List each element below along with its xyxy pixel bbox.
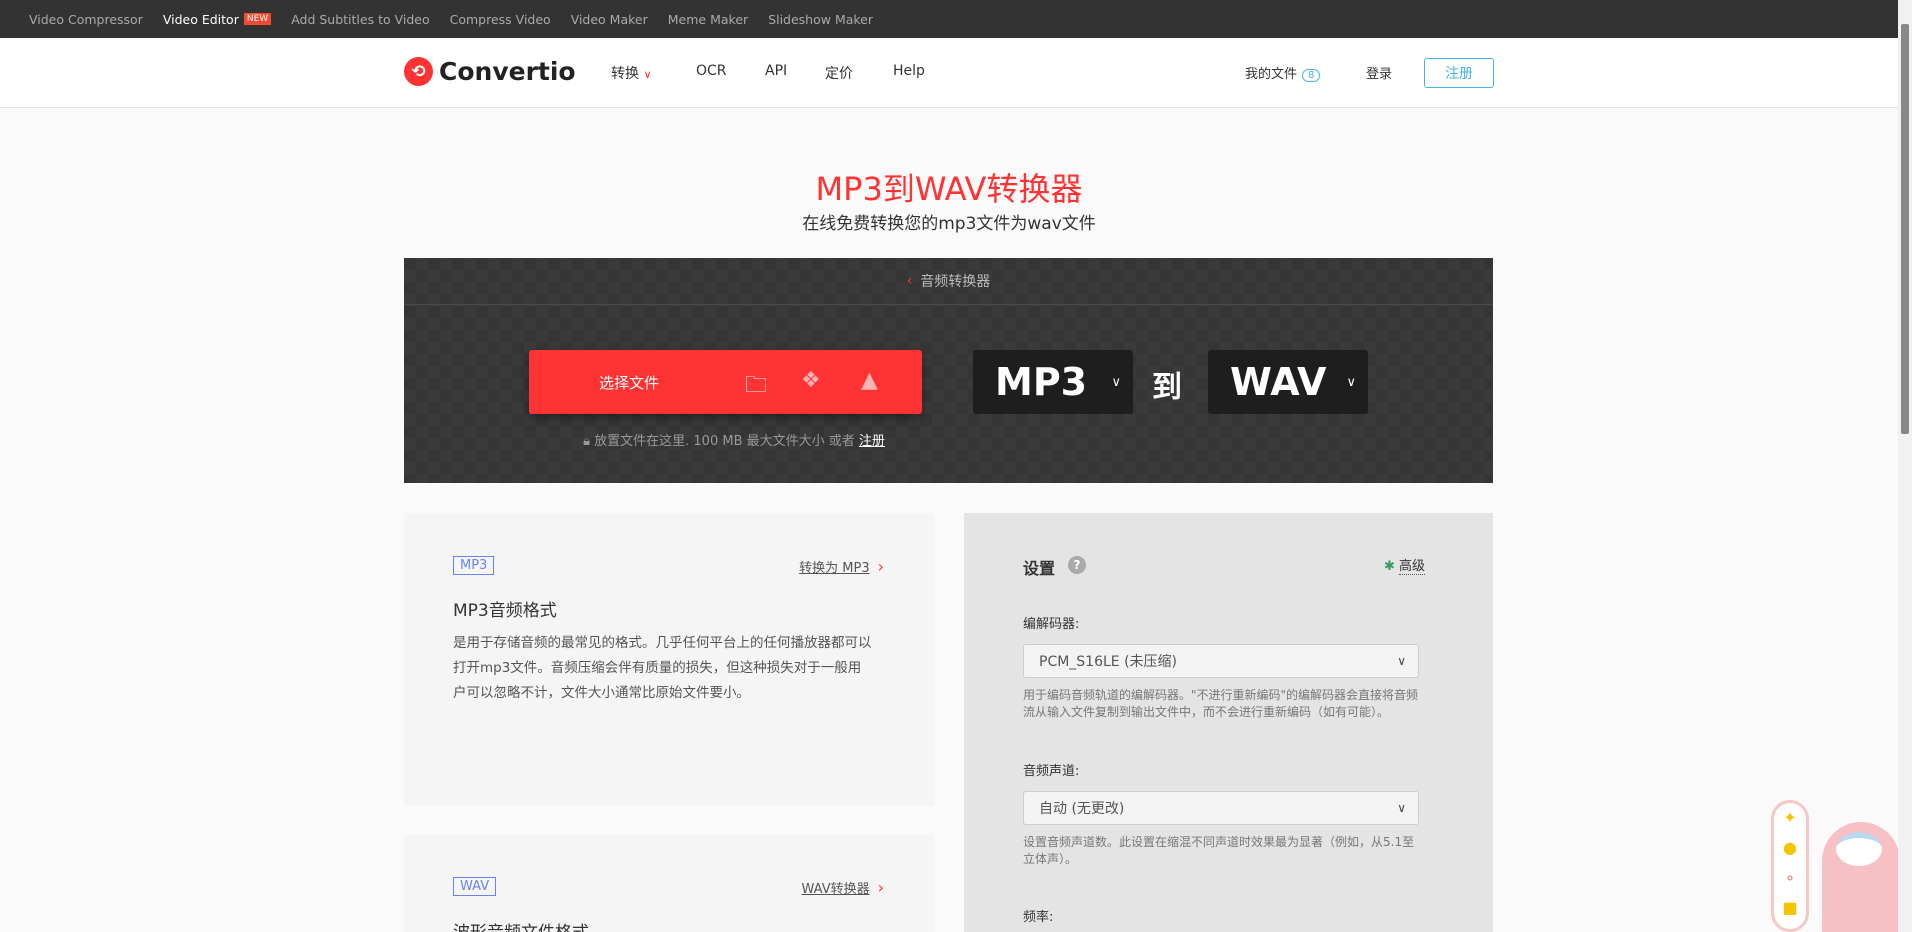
top-promo-bar: Video Compressor Video Editor NEW Add Sub… xyxy=(0,0,1898,38)
lock-icon: 🔒︎ xyxy=(583,434,590,449)
logo-text: Convertio xyxy=(439,57,576,86)
gear-icon: ✱ xyxy=(1384,559,1395,574)
breadcrumb-label: 音频转换器 xyxy=(920,271,990,291)
link-label: WAV转换器 xyxy=(801,882,869,897)
chevron-down-icon: ∨ xyxy=(1397,654,1406,668)
chevron-down-icon: ∨ xyxy=(1397,801,1406,815)
to-format-value: WAV xyxy=(1230,360,1326,404)
scrollbar-thumb[interactable] xyxy=(1901,24,1909,434)
file-count-badge: 8 xyxy=(1302,69,1320,82)
settings-panel: 设置 ? ✱ 高级 编解码器: PCM_S16LE (未压缩) ∨ 用于编码音频轨… xyxy=(964,513,1493,932)
dropbox-icon[interactable]: ❖ xyxy=(801,368,821,393)
logo[interactable]: ⟲Convertio xyxy=(404,57,576,86)
codec-label: 编解码器: xyxy=(1023,613,1079,632)
breadcrumb[interactable]: ‹ 音频转换器 xyxy=(404,258,1493,305)
link-meme-maker[interactable]: Meme Maker xyxy=(668,12,748,27)
choose-files-label: 选择文件 xyxy=(599,372,659,393)
drop-hint: 🔒︎ 放置文件在这里. 100 MB 最大文件大小 或者 注册 xyxy=(404,430,1064,449)
folder-search-icon[interactable]: 🗀 xyxy=(745,368,767,406)
nav-api[interactable]: API xyxy=(765,63,787,79)
convert-to-mp3-link[interactable]: 转换为 MP3 › xyxy=(799,557,884,576)
google-drive-icon[interactable]: ▲ xyxy=(861,368,878,393)
chevron-down-icon: ∨ xyxy=(1111,375,1121,390)
link-compress-video[interactable]: Compress Video xyxy=(450,12,551,27)
shirt-icon: ■ xyxy=(1782,898,1797,917)
channel-value: 自动 (无更改) xyxy=(1039,798,1124,818)
chevron-down-icon: ∨ xyxy=(643,68,651,81)
channel-label: 音频声道: xyxy=(1023,760,1079,779)
codec-value: PCM_S16LE (未压缩) xyxy=(1039,651,1177,671)
chevron-right-icon: › xyxy=(878,878,884,897)
from-format-select[interactable]: MP3 ∨ xyxy=(973,350,1133,414)
signup-button[interactable]: 注册 xyxy=(1424,58,1494,88)
page-title: MP3到WAV转换器 xyxy=(0,164,1898,210)
channel-select[interactable]: 自动 (无更改) ∨ xyxy=(1023,791,1419,825)
nav-pricing[interactable]: 定价 xyxy=(825,63,853,83)
link-video-maker[interactable]: Video Maker xyxy=(571,12,648,27)
advanced-toggle[interactable]: ✱ 高级 xyxy=(1384,555,1425,574)
link-label: 转换为 MP3 xyxy=(799,561,869,576)
converter-panel: ‹ 音频转换器 选择文件 🗀 ❖ ▲ MP3 ∨ 到 WAV ∨ 🔒︎ 放置文件在这里… xyxy=(404,258,1493,483)
wav-info-card: WAV WAV转换器 › 波形音频文件格式 xyxy=(404,835,934,932)
chevron-right-icon: › xyxy=(878,557,884,576)
channel-help: 设置音频声道数。此设置在缩混不同声道时效果最为显著（例如，从5.1至立体声）。 xyxy=(1023,834,1419,868)
mp3-info-card: MP3 转换为 MP3 › MP3音频格式 是用于存储音频的最常见的格式。几乎任何… xyxy=(404,513,934,806)
link-slideshow-maker[interactable]: Slideshow Maker xyxy=(768,12,873,27)
dots-icon: ∘ xyxy=(1785,868,1795,887)
card-title: MP3音频格式 xyxy=(453,596,557,621)
chevron-down-icon: ∨ xyxy=(1346,375,1356,390)
my-files-link[interactable]: 我的文件 8 xyxy=(1245,63,1320,82)
mascot-cat-icon[interactable] xyxy=(1822,822,1900,932)
help-icon[interactable]: ? xyxy=(1068,556,1086,574)
nav-ocr[interactable]: OCR xyxy=(696,63,727,79)
format-tag: MP3 xyxy=(453,556,494,575)
nav-label: 转换 xyxy=(611,66,639,82)
convert-logo-icon: ⟲ xyxy=(404,57,433,86)
link-add-subtitles[interactable]: Add Subtitles to Video xyxy=(291,12,429,27)
choose-files-button[interactable]: 选择文件 🗀 ❖ ▲ xyxy=(529,350,922,414)
chevron-left-icon: ‹ xyxy=(907,273,913,289)
new-badge: NEW xyxy=(244,13,271,25)
wav-converter-link[interactable]: WAV转换器 › xyxy=(801,878,884,897)
to-format-select[interactable]: WAV ∨ xyxy=(1208,350,1368,414)
card-description: 是用于存储音频的最常见的格式。几乎任何平台上的任何播放器都可以打开mp3文件。音… xyxy=(453,631,873,706)
drop-text: 放置文件在这里. 100 MB 最大文件大小 或者 xyxy=(594,434,855,449)
advanced-label: 高级 xyxy=(1399,559,1425,575)
format-tag: WAV xyxy=(453,877,496,896)
mascot-toolbar[interactable]: ✦ ● ∘ ■ xyxy=(1771,800,1809,932)
site-header: ⟲Convertio 转换 ∨ OCR API 定价 Help 我的文件 8 登录… xyxy=(0,38,1898,108)
nav-convert[interactable]: 转换 ∨ xyxy=(611,63,652,83)
link-label: Video Editor xyxy=(163,12,239,27)
from-format-value: MP3 xyxy=(995,360,1087,404)
to-label: 到 xyxy=(1152,362,1182,406)
login-link[interactable]: 登录 xyxy=(1366,63,1392,82)
card-title: 波形音频文件格式 xyxy=(453,918,589,932)
frequency-label: 频率: xyxy=(1023,906,1053,925)
settings-title: 设置 xyxy=(1023,555,1055,579)
duck-icon: ● xyxy=(1783,838,1797,857)
my-files-label: 我的文件 xyxy=(1245,67,1297,82)
page-subtitle: 在线免费转换您的mp3文件为wav文件 xyxy=(0,209,1898,234)
link-video-compressor[interactable]: Video Compressor xyxy=(29,12,143,27)
codec-help: 用于编码音频轨道的编解码器。"不进行重新编码"的编解码器会直接将音频流从输入文件… xyxy=(1023,687,1419,721)
link-video-editor[interactable]: Video Editor NEW xyxy=(163,12,271,27)
sparkle-icon: ✦ xyxy=(1783,808,1796,827)
codec-select[interactable]: PCM_S16LE (未压缩) ∨ xyxy=(1023,644,1419,678)
signup-link[interactable]: 注册 xyxy=(859,434,885,449)
nav-help[interactable]: Help xyxy=(893,63,925,79)
